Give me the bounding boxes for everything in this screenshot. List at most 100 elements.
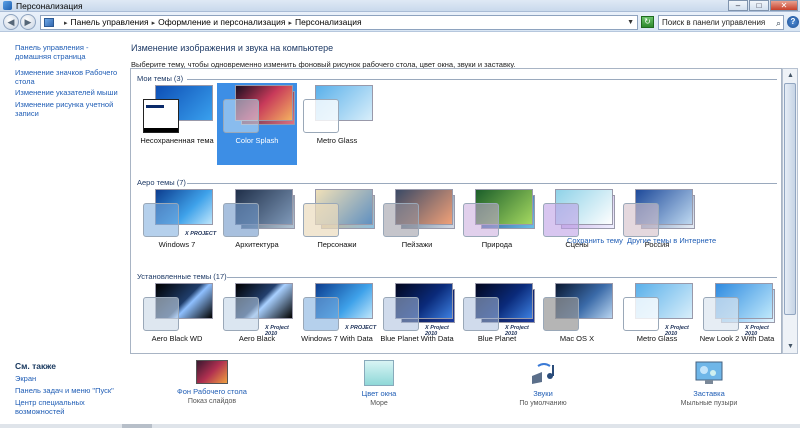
- theme-tile[interactable]: X Project 2010 Aero Black: [217, 281, 297, 353]
- theme-glass-swatch: [143, 203, 179, 237]
- desktop-background-label[interactable]: Фон Рабочего стола: [157, 387, 267, 396]
- address-row: ◀ ▶ ▸ Панель управления ▸ Оформление и перс…: [0, 12, 800, 32]
- window-title: Персонализация: [16, 1, 83, 11]
- theme-tile[interactable]: Mac OS X: [537, 281, 617, 353]
- see-also-display[interactable]: Экран: [15, 374, 123, 383]
- theme-label: Природа: [481, 240, 513, 249]
- theme-tile[interactable]: Color Splash: [217, 83, 297, 165]
- theme-glass-swatch: [623, 203, 659, 237]
- theme-tile[interactable]: Сцены: [537, 187, 617, 269]
- theme-label: New Look 2 With Data: [699, 334, 775, 343]
- screensaver-value: Мыльные пузыри: [680, 400, 738, 407]
- theme-glass-swatch: [383, 203, 419, 237]
- desktop-background-item[interactable]: Фон Рабочего стола Показ слайдов: [157, 360, 267, 405]
- breadcrumb-separator-icon[interactable]: ▸: [64, 20, 68, 27]
- theme-label: Metro Glass: [316, 136, 358, 145]
- screensaver-item[interactable]: Заставка Мыльные пузыри: [654, 360, 764, 407]
- wallpaper-icon: [196, 360, 228, 384]
- theme-label: Пейзажи: [401, 240, 433, 249]
- sidebar-link-account-picture[interactable]: Изменение рисунка учетной записи: [15, 100, 123, 118]
- window-color-item[interactable]: Цвет окна Море: [324, 360, 434, 407]
- theme-tile[interactable]: Архитектура: [217, 187, 297, 269]
- breadcrumb: ▸ Панель управления ▸ Оформление и персонал…: [61, 16, 362, 30]
- theme-badge: X PROJECT: [345, 325, 377, 331]
- theme-glass-swatch: [703, 297, 739, 331]
- theme-tile[interactable]: X Project 2010 Blue Planet: [457, 281, 537, 353]
- theme-tile[interactable]: Персонажи: [297, 187, 377, 269]
- theme-label: Metro Glass: [636, 334, 678, 343]
- search-icon[interactable]: ⌕: [776, 17, 781, 30]
- forward-button[interactable]: ▶: [20, 14, 36, 30]
- screensaver-icon: [694, 360, 724, 386]
- theme-label: Сцены: [565, 240, 589, 249]
- see-also-taskbar[interactable]: Панель задач и меню "Пуск": [15, 386, 123, 395]
- theme-label: Aero Black: [238, 334, 276, 343]
- theme-list[interactable]: Мои темы (3) Сохранить тему Другие темы …: [130, 68, 782, 354]
- scroll-up-icon[interactable]: ▲: [785, 70, 796, 81]
- theme-tile[interactable]: Aero Black WD: [137, 281, 217, 353]
- breadcrumb-separator-icon[interactable]: ▸: [288, 20, 292, 27]
- theme-label: Aero Black WD: [151, 334, 203, 343]
- window-color-label[interactable]: Цвет окна: [324, 389, 434, 398]
- theme-label: Россия: [644, 240, 670, 249]
- screensaver-label[interactable]: Заставка: [654, 389, 764, 398]
- minimize-button[interactable]: –: [728, 0, 748, 11]
- theme-list-scrollbar[interactable]: ▲ ▼: [782, 68, 798, 354]
- refresh-button[interactable]: ↻: [641, 16, 654, 28]
- theme-label: Blue Planet With Data: [380, 334, 454, 343]
- desktop-background-value: Показ слайдов: [187, 398, 237, 405]
- back-button[interactable]: ◀: [3, 14, 19, 30]
- chevron-down-icon[interactable]: ▼: [627, 16, 634, 29]
- page-title: Изменение изображения и звука на компьют…: [131, 43, 334, 53]
- sounds-value: По умолчанию: [519, 400, 567, 407]
- address-bar[interactable]: ▸ Панель управления ▸ Оформление и персонал…: [40, 15, 638, 30]
- window-preview-bar: [146, 105, 164, 108]
- theme-tile[interactable]: Россия: [617, 187, 697, 269]
- theme-glass-swatch: [223, 203, 259, 237]
- theme-label: Windows 7: [158, 240, 196, 249]
- window-controls: – □ ✕: [727, 0, 798, 11]
- taskbar-preview: [144, 128, 178, 132]
- theme-glass-swatch: [303, 99, 339, 133]
- group-header-my-themes: Мои темы (3): [137, 74, 777, 83]
- theme-glass-swatch: [143, 297, 179, 331]
- help-icon[interactable]: ?: [787, 16, 799, 28]
- theme-tile[interactable]: Несохраненная тема: [137, 83, 217, 165]
- theme-label: Несохраненная тема: [140, 136, 214, 145]
- close-button[interactable]: ✕: [770, 0, 798, 11]
- bottom-scrollbar: [0, 424, 800, 428]
- breadcrumb-separator-icon[interactable]: ▸: [152, 20, 156, 27]
- sounds-label[interactable]: Звуки: [488, 389, 598, 398]
- theme-glass-swatch: [223, 99, 259, 133]
- theme-label: Windows 7 With Data: [301, 334, 373, 343]
- group-header-installed-themes: Установленные темы (17): [137, 272, 777, 281]
- theme-tile[interactable]: X Project 2010 Blue Planet With Data: [377, 281, 457, 353]
- breadcrumb-item[interactable]: Оформление и персонализация: [158, 17, 285, 27]
- sounds-icon: [528, 360, 558, 386]
- theme-badge: X PROJECT: [185, 231, 217, 237]
- see-also-ease-of-access[interactable]: Центр специальных возможностей: [15, 398, 123, 416]
- sidebar-link-mouse-pointers[interactable]: Изменение указателей мыши: [15, 88, 123, 97]
- sounds-item[interactable]: Звуки По умолчанию: [488, 360, 598, 407]
- theme-tile[interactable]: X Project 2010 New Look 2 With Data: [697, 281, 777, 353]
- search-input[interactable]: Поиск в панели управления ⌕: [658, 15, 784, 30]
- theme-tile[interactable]: Пейзажи: [377, 187, 457, 269]
- sidebar-link-desktop-icons[interactable]: Изменение значков Рабочего стола: [15, 68, 123, 86]
- breadcrumb-item[interactable]: Персонализация: [295, 17, 362, 27]
- breadcrumb-item[interactable]: Панель управления: [71, 17, 149, 27]
- sidebar-link-home[interactable]: Панель управления - домашняя страница: [15, 43, 123, 61]
- theme-label: Blue Planet: [477, 334, 517, 343]
- theme-tile[interactable]: Природа: [457, 187, 537, 269]
- theme-glass-swatch: [623, 297, 659, 331]
- theme-tile[interactable]: X PROJECT Windows 7: [137, 187, 217, 269]
- theme-tile[interactable]: X PROJECT Windows 7 With Data: [297, 281, 377, 353]
- theme-label: Архитектура: [235, 240, 279, 249]
- maximize-button[interactable]: □: [749, 0, 769, 11]
- scroll-down-icon[interactable]: ▼: [785, 341, 796, 352]
- theme-glass-swatch: [303, 203, 339, 237]
- window-color-icon: [364, 360, 394, 386]
- scroll-thumb[interactable]: [784, 83, 796, 315]
- theme-tile[interactable]: X Project 2010 Metro Glass: [617, 281, 697, 353]
- theme-tile[interactable]: Metro Glass: [297, 83, 377, 165]
- sidebar: Панель управления - домашняя страница Из…: [0, 33, 128, 428]
